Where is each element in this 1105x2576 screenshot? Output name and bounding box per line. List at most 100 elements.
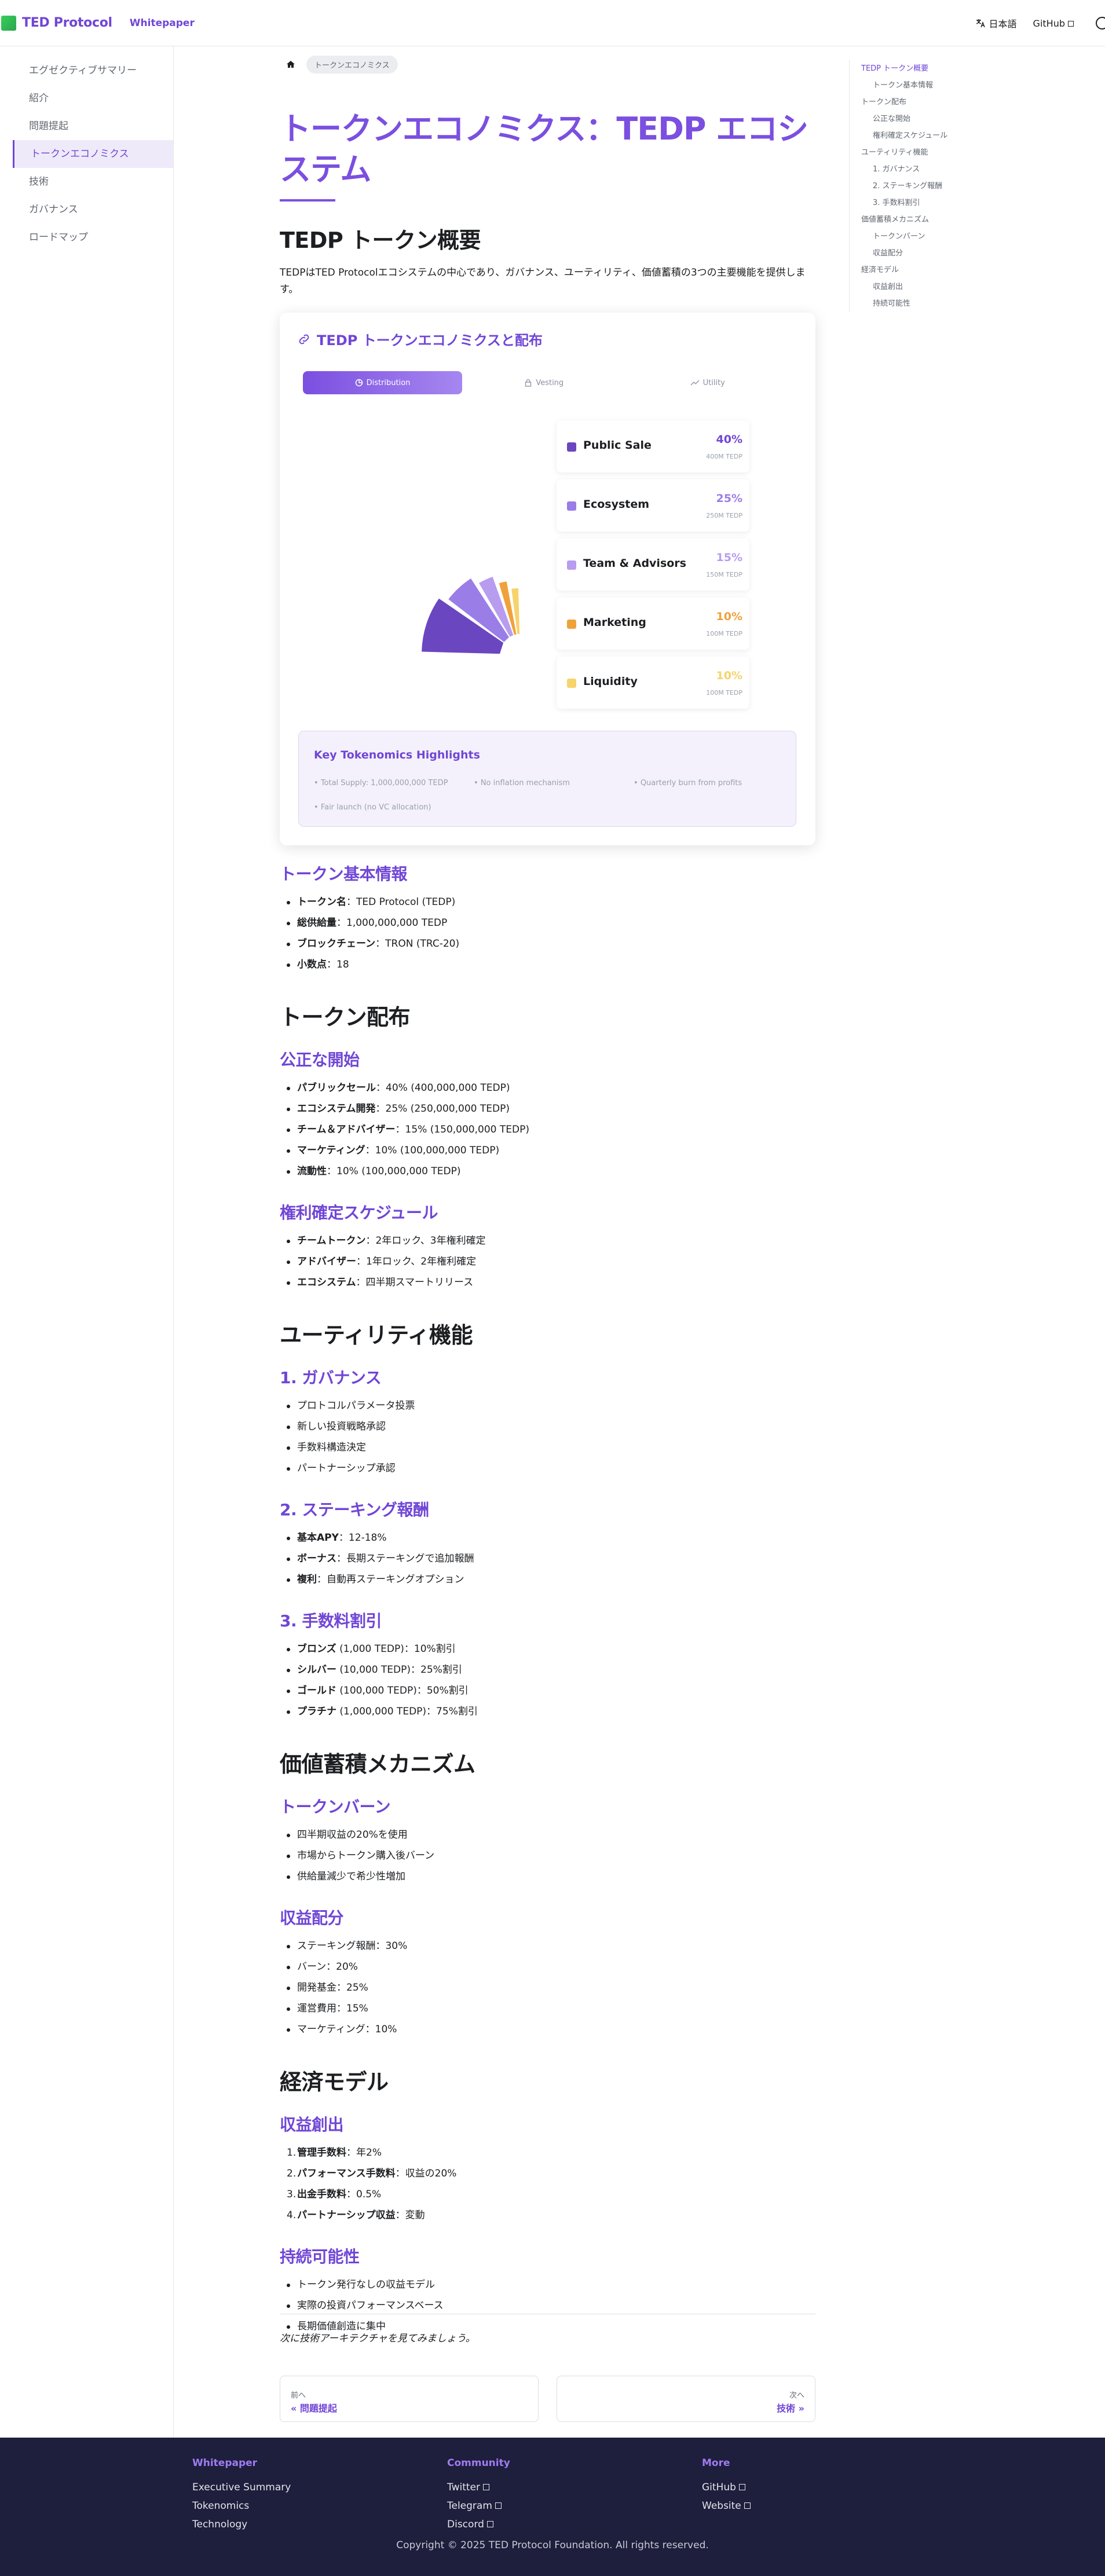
heading-economic-model: 経済モデル (280, 2069, 389, 2095)
theme-toggle-icon[interactable] (1096, 17, 1105, 30)
toc-item[interactable]: TEDP トークン概要 (861, 60, 1092, 77)
sidebar-item-intro[interactable]: 紹介 (0, 85, 173, 112)
list-item: ボーナス：長期ステーキングで追加報酬 (280, 1548, 815, 1569)
legend-label: Liquidity (583, 675, 638, 688)
legend-percent: 40% (716, 433, 742, 446)
language-dropdown[interactable]: 日本語 (975, 16, 1017, 30)
heading-value-accrual: 価値蓄積メカニズム (280, 1751, 475, 1777)
list-item: エコシステム：四半期スマートリリース (280, 1272, 815, 1293)
legend-percent: 10% (716, 610, 742, 623)
footer-link[interactable]: Twitter (447, 2478, 510, 2497)
staking-list: 基本APY：12-18% ボーナス：長期ステーキングで追加報酬 複利：自動再ステ… (280, 1527, 815, 1590)
external-link-icon (482, 2484, 489, 2490)
legend-item[interactable]: Ecosystem 25% 250M TEDP (557, 479, 749, 532)
list-item: 総供給量：1,000,000,000 TEDP (280, 913, 815, 933)
footer-link[interactable]: GitHub (702, 2478, 751, 2497)
toc-item[interactable]: トークンバーン (861, 228, 1092, 245)
footer-link[interactable]: Technology (192, 2515, 291, 2534)
legend-percent: 25% (716, 492, 742, 505)
sidebar-item-tokenomics[interactable]: トークンエコノミクス (13, 140, 173, 168)
toc-item[interactable]: 3. 手数料割引 (861, 195, 1092, 211)
tab-vesting[interactable]: Vesting (462, 371, 626, 394)
nav-link-whitepaper[interactable]: Whitepaper (130, 17, 195, 29)
logo (1, 15, 16, 31)
heading-vesting: 権利確定スケジュール (280, 1203, 438, 1222)
list-item: 2. パフォーマンス手数料：収益の20% (287, 2168, 457, 2179)
footer-link[interactable]: Executive Summary (192, 2478, 291, 2497)
pie-icon (355, 379, 363, 387)
toc-item[interactable]: 公正な開始 (861, 111, 1092, 127)
list-item: マーケティング：10% (100,000,000 TEDP) (280, 1140, 815, 1161)
external-link-icon (495, 2502, 502, 2509)
footer-heading: Community (447, 2457, 510, 2469)
footer-link[interactable]: Tokenomics (192, 2497, 291, 2515)
toc-item[interactable]: トークン配布 (861, 94, 1092, 111)
heading-fee-discount: 3. 手数料割引 (280, 1611, 382, 1630)
toc-item[interactable]: 権利確定スケジュール (861, 127, 1092, 144)
github-link[interactable]: GitHub (1033, 18, 1074, 29)
toc-item[interactable]: トークン基本情報 (861, 77, 1092, 94)
next-page-button[interactable]: 次へ 技術 » (557, 2376, 815, 2422)
toc-item[interactable]: 収益配分 (861, 245, 1092, 262)
legend-item[interactable]: Team & Advisors 15% 150M TEDP (557, 538, 749, 591)
list-item: パートナーシップ承認 (280, 1458, 815, 1479)
heading-governance: 1. ガバナンス (280, 1368, 382, 1387)
title-underline (280, 199, 335, 201)
sidebar-item-summary[interactable]: エグゼクティブサマリー (0, 57, 173, 85)
footer-link[interactable]: Website (702, 2497, 751, 2515)
heading-token-burn: トークンバーン (280, 1797, 391, 1816)
list-item: 1. 管理手数料：年2% (287, 2147, 382, 2159)
prev-sub: 前へ (291, 2391, 306, 2400)
prev-page-button[interactable]: 前へ « 問題提起 (280, 2376, 539, 2422)
list-item: シルバー (10,000 TEDP)：25%割引 (280, 1659, 815, 1680)
list-item: 運営費用：15% (280, 1998, 815, 2019)
closing-text: 次に技術アーキテクチャを見てみましょう。 (280, 2333, 475, 2344)
governance-list: プロトコルパラメータ投票 新しい投資戦略承認 手数料構造決定 パートナーシップ承… (280, 1395, 815, 1479)
tab-utility[interactable]: Utility (626, 371, 790, 394)
sidebar: エグゼクティブサマリー 紹介 問題提起 トークンエコノミクス 技術 ガバナンス … (0, 46, 174, 2438)
highlight-item: • No inflation mechanism (474, 779, 570, 787)
tab-distribution[interactable]: Distribution (303, 371, 462, 394)
toc-item[interactable]: 経済モデル (861, 262, 1092, 279)
footer-link[interactable]: Telegram (447, 2497, 510, 2515)
toc-item[interactable]: 持続可能性 (861, 295, 1092, 312)
list-item: トークン名：TED Protocol (TEDP) (280, 892, 815, 913)
heading-sustainability: 持続可能性 (280, 2247, 360, 2266)
toc-item[interactable]: 1. ガバナンス (861, 161, 1092, 178)
sustainability-list: トークン発行なしの収益モデル 実際の投資パフォーマンスベース 長期価値創造に集中 (280, 2274, 815, 2337)
heading-overview: TEDP トークン概要 (280, 228, 481, 253)
legend-swatch (567, 560, 576, 570)
tab-label: Utility (702, 378, 725, 387)
toc-item[interactable]: ユーティリティ機能 (861, 144, 1092, 161)
list-item: 新しい投資戦略承認 (280, 1416, 815, 1437)
footer-link[interactable]: Discord (447, 2515, 510, 2534)
list-item: 基本APY：12-18% (280, 1527, 815, 1548)
token-info-list: トークン名：TED Protocol (TEDP) 総供給量：1,000,000… (280, 892, 815, 975)
highlight-text: No inflation mechanism (480, 779, 570, 787)
brand-title[interactable]: TED Protocol (22, 16, 112, 30)
list-item: 市場からトークン購入後バーン (280, 1845, 815, 1866)
toc-item[interactable]: 価値蓄積メカニズム (861, 211, 1092, 228)
legend-item[interactable]: Public Sale 40% 400M TEDP (557, 420, 749, 472)
toc-item[interactable]: 2. ステーキング報酬 (861, 178, 1092, 195)
card-title: TEDP トークンエコノミクスと配布 (297, 329, 543, 349)
sidebar-item-roadmap[interactable]: ロードマップ (0, 223, 173, 251)
home-icon[interactable] (287, 61, 295, 68)
toc-item[interactable]: 収益創出 (861, 279, 1092, 295)
sidebar-item-technology[interactable]: 技術 (0, 168, 173, 196)
external-link-icon (744, 2502, 751, 2509)
navbar: TED Protocol Whitepaper 日本語 GitHub (0, 0, 1105, 46)
list-item: 小数点：18 (280, 954, 815, 975)
highlight-item: • Quarterly burn from profits (634, 779, 742, 787)
list-item: 流動性：10% (100,000,000 TEDP) (280, 1161, 815, 1182)
legend-swatch (567, 679, 576, 688)
link-icon (299, 334, 309, 344)
legend-item[interactable]: Marketing 10% 100M TEDP (557, 598, 749, 650)
sidebar-item-problem[interactable]: 問題提起 (0, 112, 173, 140)
legend-item[interactable]: Liquidity 10% 100M TEDP (557, 657, 749, 709)
trend-icon (690, 380, 700, 386)
tokenomics-card: TEDP トークンエコノミクスと配布 Distribution Vesting … (280, 313, 815, 845)
list-item: プラチナ (1,000,000 TEDP)：75%割引 (280, 1701, 815, 1722)
sidebar-item-governance[interactable]: ガバナンス (0, 196, 173, 223)
brand[interactable]: TED Protocol (0, 15, 112, 31)
